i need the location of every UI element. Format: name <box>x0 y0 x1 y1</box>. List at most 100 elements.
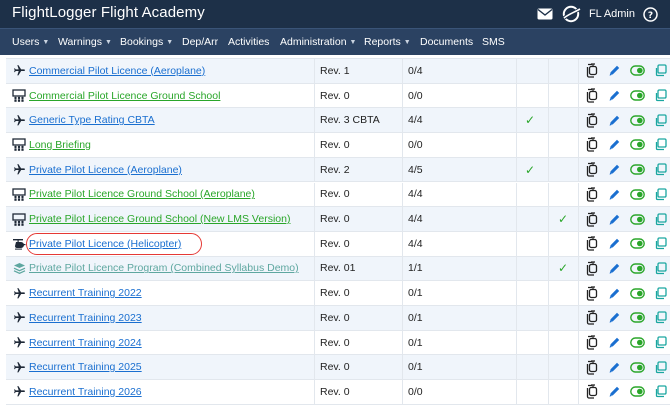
toggle-active-icon[interactable] <box>630 187 645 202</box>
toggle-active-icon[interactable] <box>630 236 645 251</box>
app-title[interactable]: FlightLogger Flight Academy <box>12 4 205 21</box>
program-link[interactable]: Recurrent Training 2022 <box>29 287 142 299</box>
program-link[interactable]: Recurrent Training 2024 <box>29 337 142 349</box>
duplicate-icon[interactable] <box>653 310 668 325</box>
progress-cell: 0/0 <box>408 138 423 151</box>
edit-icon[interactable] <box>607 360 622 375</box>
duplicate-icon[interactable] <box>653 187 668 202</box>
duplicate-icon[interactable] <box>653 113 668 128</box>
toggle-active-icon[interactable] <box>630 63 645 78</box>
envelope-icon[interactable] <box>537 8 553 20</box>
copy-revision-icon[interactable] <box>584 286 599 301</box>
nav-activities[interactable]: Activities <box>228 36 269 48</box>
program-name-cell: Recurrent Training 2024 <box>29 331 142 355</box>
edit-icon[interactable] <box>607 88 622 103</box>
copy-revision-icon[interactable] <box>584 360 599 375</box>
program-link[interactable]: Long Briefing <box>29 139 91 151</box>
copy-revision-icon[interactable] <box>584 384 599 400</box>
edit-icon[interactable] <box>607 162 622 177</box>
nav-reports[interactable]: Reports ▼ <box>364 36 411 48</box>
help-icon[interactable]: ? <box>643 6 658 22</box>
nav-bookings[interactable]: Bookings ▼ <box>120 36 173 48</box>
toggle-active-icon[interactable] <box>630 162 645 177</box>
duplicate-icon[interactable] <box>653 335 668 350</box>
nav-warnings[interactable]: Warnings ▼ <box>58 36 112 48</box>
copy-revision-icon[interactable] <box>584 310 599 325</box>
program-link[interactable]: Commercial Pilot Licence Ground School <box>29 90 220 102</box>
column-divider <box>516 207 517 231</box>
header-user-area: FL Admin ? <box>537 5 658 23</box>
toggle-active-icon[interactable] <box>630 384 645 399</box>
column-divider <box>578 330 579 355</box>
duplicate-icon[interactable] <box>653 63 668 78</box>
program-link[interactable]: Private Pilot Licence Program (Combined … <box>29 262 299 274</box>
copy-revision-icon[interactable] <box>584 63 599 78</box>
duplicate-icon[interactable] <box>653 286 668 301</box>
program-link[interactable]: Private Pilot Licence Ground School (Aer… <box>29 188 255 200</box>
toggle-active-icon[interactable] <box>630 261 645 276</box>
column-divider <box>516 157 517 182</box>
duplicate-icon[interactable] <box>653 261 668 276</box>
revision-cell: Rev. 0 <box>320 213 350 226</box>
edit-icon[interactable] <box>607 236 622 251</box>
toggle-active-icon[interactable] <box>630 212 645 227</box>
check-icon: ✓ <box>557 261 569 276</box>
edit-icon[interactable] <box>607 286 622 301</box>
program-link[interactable]: Recurrent Training 2023 <box>29 312 142 324</box>
edit-icon[interactable] <box>607 63 622 78</box>
nav-dep-arr[interactable]: Dep/Arr <box>182 36 218 48</box>
edit-icon[interactable] <box>607 261 622 276</box>
copy-revision-icon[interactable] <box>584 137 599 153</box>
revision-cell: Rev. 0 <box>320 188 350 201</box>
column-divider <box>578 108 579 133</box>
program-link[interactable]: Commercial Pilot Licence (Aeroplane) <box>29 65 205 77</box>
program-link[interactable]: Recurrent Training 2026 <box>29 386 142 398</box>
column-divider <box>578 256 579 281</box>
program-link[interactable]: Private Pilot Licence (Helicopter) <box>29 238 181 250</box>
program-link[interactable]: Generic Type Rating CBTA <box>29 114 155 126</box>
nav-administration[interactable]: Administration ▼ <box>280 36 356 48</box>
copy-revision-icon[interactable] <box>584 187 599 202</box>
edit-icon[interactable] <box>607 335 622 350</box>
copy-revision-icon[interactable] <box>584 162 599 177</box>
column-divider <box>548 157 549 182</box>
edit-icon[interactable] <box>607 384 622 399</box>
program-link[interactable]: Private Pilot Licence (Aeroplane) <box>29 164 182 176</box>
copy-revision-icon[interactable] <box>584 261 599 276</box>
column-divider <box>578 355 579 380</box>
toggle-active-icon[interactable] <box>630 310 645 325</box>
toggle-active-icon[interactable] <box>630 335 645 350</box>
nav-users[interactable]: Users ▼ <box>12 36 49 48</box>
nav-sms[interactable]: SMS <box>482 36 505 48</box>
edit-icon[interactable] <box>607 187 622 202</box>
copy-revision-icon[interactable] <box>584 113 599 128</box>
edit-icon[interactable] <box>607 310 622 325</box>
edit-icon[interactable] <box>607 137 622 152</box>
duplicate-icon[interactable] <box>653 88 668 103</box>
duplicate-icon[interactable] <box>653 236 668 251</box>
duplicate-icon[interactable] <box>653 162 668 177</box>
toggle-active-icon[interactable] <box>630 88 645 103</box>
toggle-active-icon[interactable] <box>630 113 645 128</box>
user-name[interactable]: FL Admin <box>589 8 635 20</box>
program-link[interactable]: Private Pilot Licence Ground School (New… <box>29 213 290 225</box>
svg-text:?: ? <box>648 11 653 21</box>
flightlogger-logo-icon[interactable] <box>561 5 581 23</box>
copy-revision-icon[interactable] <box>584 211 599 227</box>
column-divider <box>516 355 517 380</box>
copy-revision-icon[interactable] <box>584 88 599 103</box>
toggle-active-icon[interactable] <box>630 360 645 375</box>
program-link[interactable]: Recurrent Training 2025 <box>29 361 142 373</box>
edit-icon[interactable] <box>607 212 622 227</box>
duplicate-icon[interactable] <box>653 212 668 227</box>
nav-documents[interactable]: Documents <box>420 36 473 48</box>
progress-cell: 4/5 <box>408 163 423 176</box>
copy-revision-icon[interactable] <box>584 236 599 251</box>
duplicate-icon[interactable] <box>653 384 668 399</box>
copy-revision-icon[interactable] <box>584 335 599 350</box>
toggle-active-icon[interactable] <box>630 137 645 152</box>
duplicate-icon[interactable] <box>653 360 668 375</box>
duplicate-icon[interactable] <box>653 137 668 152</box>
edit-icon[interactable] <box>607 113 622 128</box>
toggle-active-icon[interactable] <box>630 286 645 301</box>
